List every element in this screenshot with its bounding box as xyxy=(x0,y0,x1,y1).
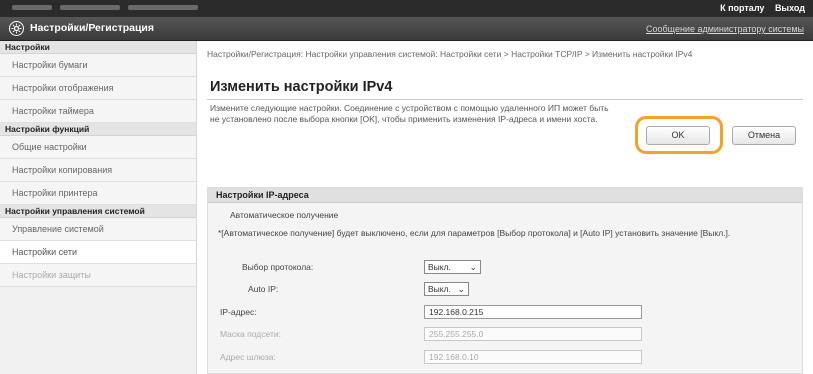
gateway-input[interactable]: 192.168.0.10 xyxy=(424,350,642,364)
admin-message-link[interactable]: Сообщение администратору системы xyxy=(646,24,804,34)
ip-address-label: IP-адрес: xyxy=(220,307,257,317)
chevron-down-icon: ⌄ xyxy=(469,262,477,272)
sidebar-item-common[interactable]: Общие настройки xyxy=(0,136,196,159)
header-title: Настройки/Регистрация xyxy=(30,22,154,34)
ok-button[interactable]: OK xyxy=(646,126,710,145)
sidebar-item-display[interactable]: Настройки отображения xyxy=(0,77,196,100)
ip-settings-panel: Настройки IP-адреса Автоматическое получ… xyxy=(207,187,803,374)
top-bar: К порталу Выход xyxy=(0,0,813,17)
page-title: Изменить настройки IPv4 xyxy=(210,79,393,95)
sidebar-item-system-management[interactable]: Управление системой xyxy=(0,218,196,241)
page-header: Настройки/Регистрация Сообщение админист… xyxy=(0,17,813,41)
chevron-down-icon: ⌄ xyxy=(457,284,465,294)
panel-header: Настройки IP-адреса xyxy=(208,188,802,203)
portal-link[interactable]: К порталу xyxy=(720,3,764,13)
auto-acquire-heading: Автоматическое получение xyxy=(230,210,339,220)
sidebar-item-paper[interactable]: Настройки бумаги xyxy=(0,54,196,77)
gateway-label: Адрес шлюза: xyxy=(220,352,276,362)
logout-link[interactable]: Выход xyxy=(775,3,805,13)
subnet-mask-input[interactable]: 255.255.255.0 xyxy=(424,327,642,341)
sidebar-section-functions: Настройки функций xyxy=(0,123,196,136)
subnet-mask-label: Маска подсети: xyxy=(220,329,281,339)
sidebar-section-settings: Настройки xyxy=(0,41,196,54)
sidebar-section-system: Настройки управления системой xyxy=(0,205,196,218)
autoip-value: Выкл. xyxy=(428,284,451,294)
device-name xyxy=(12,5,292,12)
settings-icon xyxy=(9,21,24,36)
sidebar-item-copy[interactable]: Настройки копирования xyxy=(0,159,196,182)
autoip-select[interactable]: Выкл. ⌄ xyxy=(424,282,469,296)
protocol-select[interactable]: Выкл. ⌄ xyxy=(424,260,481,274)
main-content: Настройки/Регистрация: Настройки управле… xyxy=(198,41,813,374)
sidebar-item-network[interactable]: Настройки сети xyxy=(0,241,196,264)
protocol-label: Выбор протокола: xyxy=(242,262,314,272)
ip-address-input[interactable]: 192.168.0.215 xyxy=(424,305,642,319)
autoip-label: Auto IP: xyxy=(248,284,279,294)
sidebar: Настройки Настройки бумаги Настройки ото… xyxy=(0,41,197,374)
sidebar-item-printer[interactable]: Настройки принтера xyxy=(0,182,196,205)
sidebar-item-timer[interactable]: Настройки таймера xyxy=(0,100,196,123)
protocol-value: Выкл. xyxy=(428,262,451,272)
sidebar-item-security[interactable]: Настройки защиты xyxy=(0,264,196,287)
page-description: Измените следующие настройки. Соединение… xyxy=(210,103,609,124)
cancel-button[interactable]: Отмена xyxy=(732,126,796,145)
auto-acquire-note: *[Автоматическое получение] будет выключ… xyxy=(218,228,731,238)
title-divider xyxy=(207,99,803,100)
breadcrumb: Настройки/Регистрация: Настройки управле… xyxy=(207,49,693,59)
